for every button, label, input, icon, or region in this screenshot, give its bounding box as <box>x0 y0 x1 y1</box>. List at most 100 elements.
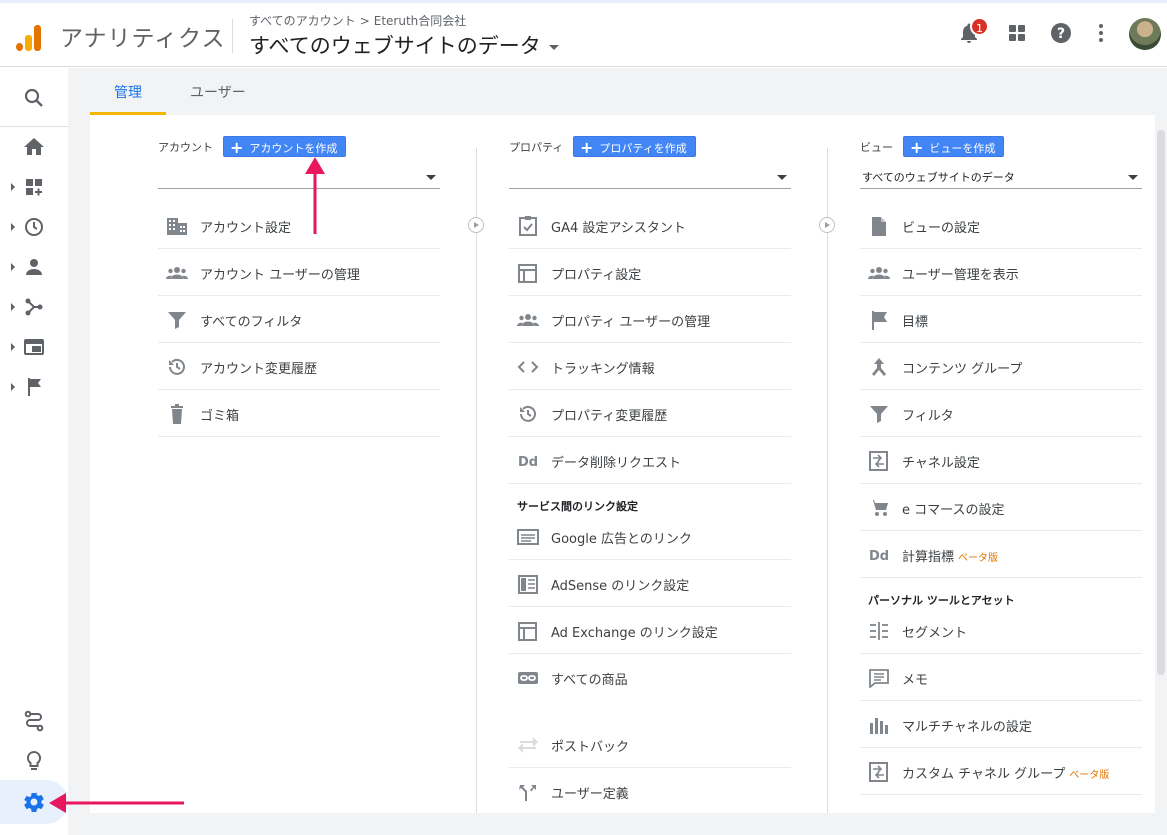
property-user-management-item[interactable]: プロパティ ユーザーの管理 <box>509 296 791 343</box>
checklist-icon <box>517 216 539 236</box>
plus-icon: + <box>230 138 244 157</box>
adsense-link-item[interactable]: AdSense のリンク設定 <box>509 560 791 607</box>
segment-icon <box>868 621 890 641</box>
trash-icon <box>166 404 188 424</box>
caret-down-icon <box>777 175 787 180</box>
more-vert-icon[interactable] <box>1089 21 1113 45</box>
item-label: セグメント <box>902 626 968 641</box>
caret-down-icon <box>1128 175 1138 180</box>
calculated-metrics-item[interactable]: Dd 計算指標 ベータ版 <box>860 531 1142 578</box>
search-icon[interactable] <box>22 86 46 110</box>
all-products-item[interactable]: すべての商品 <box>509 654 791 704</box>
expand-arrow-icon[interactable] <box>11 263 15 271</box>
tab-admin[interactable]: 管理 <box>114 82 142 102</box>
behavior-icon[interactable] <box>22 335 46 359</box>
tracking-info-item[interactable]: トラッキング情報 <box>509 343 791 390</box>
postback-item[interactable]: ポストバック <box>509 721 791 768</box>
expand-arrow-icon[interactable] <box>11 303 15 311</box>
trash-item[interactable]: ゴミ箱 <box>158 390 440 437</box>
account-select[interactable] <box>158 165 440 189</box>
item-label: カスタム チャネル グループ ベータ版 <box>902 763 1109 782</box>
channel-settings-item[interactable]: チャネル設定 <box>860 437 1142 484</box>
view-settings-item[interactable]: ビューの設定 <box>860 202 1142 249</box>
property-settings-item[interactable]: プロパティ設定 <box>509 249 791 296</box>
multichannel-settings-item[interactable]: マルチチャネルの設定 <box>860 701 1142 748</box>
history-icon <box>517 404 539 424</box>
header-divider <box>232 19 233 53</box>
goals-item[interactable]: 目標 <box>860 296 1142 343</box>
home-icon[interactable] <box>22 135 46 159</box>
property-select[interactable] <box>509 165 791 189</box>
item-label: 計算指標 ベータ版 <box>902 546 998 565</box>
google-ads-link-item[interactable]: Google 広告とのリンク <box>509 513 791 560</box>
app-name[interactable]: アナリティクス <box>60 19 225 53</box>
create-account-button[interactable]: + アカウントを作成 <box>223 136 347 157</box>
account-user-management-item[interactable]: アカウント ユーザーの管理 <box>158 249 440 296</box>
discover-lightbulb-icon[interactable] <box>22 749 46 773</box>
create-view-button[interactable]: + ビューを作成 <box>903 136 1005 157</box>
adsense-icon <box>517 574 539 594</box>
beta-badge: ベータ版 <box>1069 770 1110 781</box>
item-label: Google 広告とのリンク <box>551 532 692 547</box>
svg-text:Dd: Dd <box>518 455 538 470</box>
expand-arrow-icon[interactable] <box>11 183 15 191</box>
realtime-clock-icon[interactable] <box>22 215 46 239</box>
conversions-flag-icon[interactable] <box>22 375 46 399</box>
plus-icon: + <box>910 138 924 157</box>
segments-item[interactable]: セグメント <box>860 607 1142 654</box>
audience-person-icon[interactable] <box>22 255 46 279</box>
property-change-history-item[interactable]: プロパティ変更履歴 <box>509 390 791 437</box>
expand-arrow-icon[interactable] <box>11 223 15 231</box>
view-user-management-item[interactable]: ユーザー管理を表示 <box>860 249 1142 296</box>
breadcrumb-separator: > <box>359 14 370 28</box>
view-filters-item[interactable]: フィルタ <box>860 390 1142 437</box>
scrollbar[interactable] <box>1157 130 1165 675</box>
attribution-route-icon[interactable] <box>22 709 46 733</box>
create-property-button[interactable]: + プロパティを作成 <box>573 136 696 157</box>
building-icon <box>166 216 188 236</box>
expand-arrow-icon[interactable] <box>11 343 15 351</box>
annotations-item[interactable]: メモ <box>860 654 1142 701</box>
data-deletion-request-item[interactable]: Dd データ削除リクエスト <box>509 437 791 484</box>
view-select[interactable]: すべてのウェブサイトのデータ <box>860 165 1142 189</box>
account-avatar[interactable] <box>1129 18 1161 50</box>
svg-text:?: ? <box>1057 26 1065 42</box>
beta-badge: ベータ版 <box>958 553 999 564</box>
ad-exchange-link-item[interactable]: Ad Exchange のリンク設定 <box>509 607 791 654</box>
view-selector[interactable]: すべてのウェブサイトのデータ <box>249 30 559 60</box>
content-grouping-item[interactable]: コンテンツ グループ <box>860 343 1142 390</box>
custom-channel-grouping-item[interactable]: カスタム チャネル グループ ベータ版 <box>860 748 1142 795</box>
caret-down-icon <box>426 175 436 180</box>
customization-icon[interactable] <box>22 175 46 199</box>
acquisition-icon[interactable] <box>22 295 46 319</box>
account-change-history-item[interactable]: アカウント変更履歴 <box>158 343 440 390</box>
apps-grid-icon[interactable] <box>1005 21 1029 45</box>
ga4-setup-assistant-item[interactable]: GA4 設定アシスタント <box>509 202 791 249</box>
personal-tools-section-title: パーソナル ツールとアセット <box>868 594 1015 607</box>
analytics-logo[interactable] <box>16 23 42 51</box>
channel-icon <box>868 451 890 471</box>
tab-user[interactable]: ユーザー <box>190 82 246 102</box>
people-icon <box>166 263 188 283</box>
help-icon[interactable]: ? <box>1049 21 1073 45</box>
code-icon <box>517 357 539 377</box>
column-divider <box>476 148 477 813</box>
breadcrumb[interactable]: すべてのアカウント > Eteruth合同会社 <box>249 12 466 29</box>
link-settings-section-title: サービス間のリンク設定 <box>517 500 638 513</box>
item-label: 目標 <box>902 315 929 330</box>
item-label: ビューの設定 <box>902 221 981 236</box>
people-icon <box>868 263 890 283</box>
item-label: ユーザー定義 <box>551 787 629 802</box>
item-label: メモ <box>902 673 929 688</box>
footer <box>68 813 1167 835</box>
item-label: プロパティ ユーザーの管理 <box>551 315 711 330</box>
comment-icon <box>868 668 890 688</box>
admin-gear-icon[interactable] <box>22 790 46 814</box>
create-view-label: ビューを作成 <box>929 142 996 155</box>
user-definitions-item[interactable]: ユーザー定義 <box>509 768 791 815</box>
ecommerce-settings-item[interactable]: e コマースの設定 <box>860 484 1142 531</box>
all-filters-item[interactable]: すべてのフィルタ <box>158 296 440 343</box>
account-settings-item[interactable]: アカウント設定 <box>158 202 440 249</box>
item-label: トラッキング情報 <box>551 362 655 377</box>
expand-arrow-icon[interactable] <box>11 383 15 391</box>
